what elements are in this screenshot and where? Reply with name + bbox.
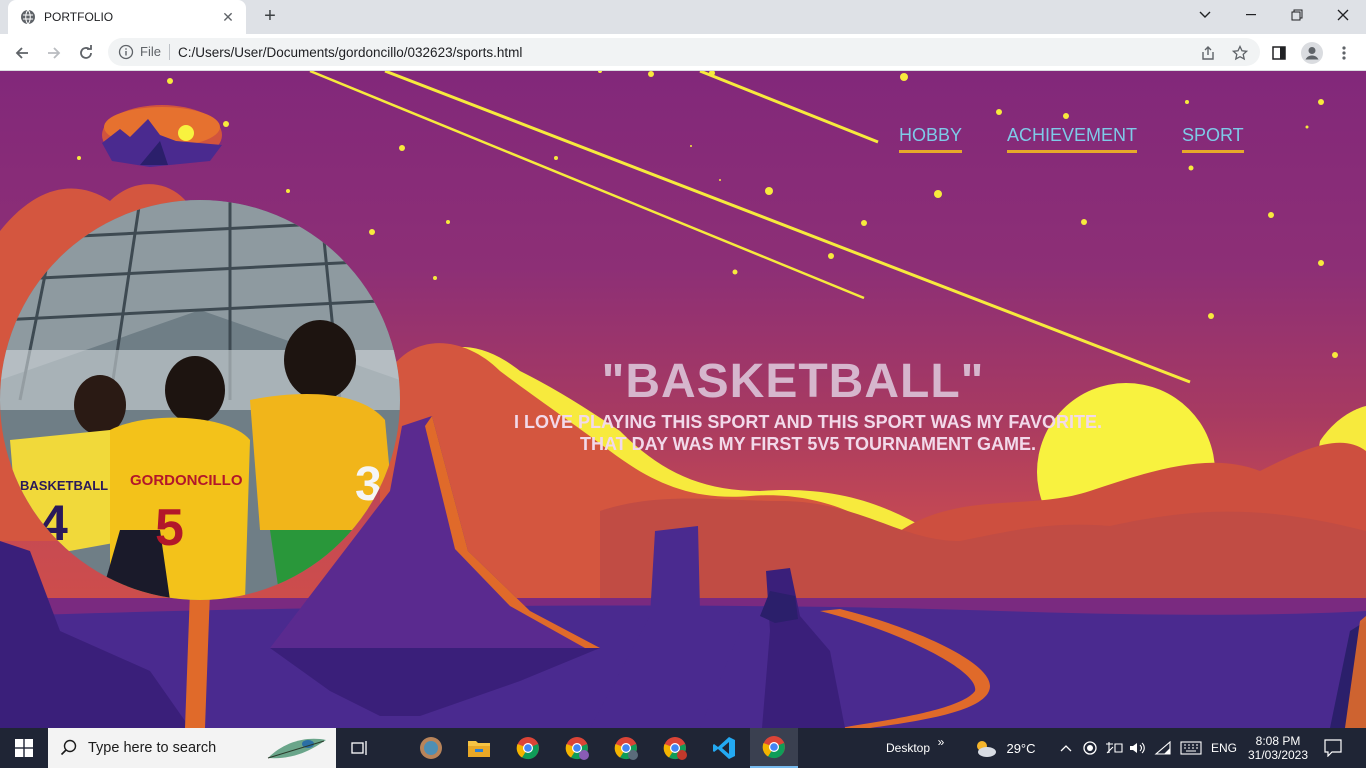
desktop-toolbar-label[interactable]: Desktop xyxy=(878,728,938,768)
chrome-profile-3-icon[interactable] xyxy=(609,728,643,768)
nav-achievement[interactable]: ACHIEVEMENT xyxy=(1007,125,1138,153)
address-bar[interactable]: File C:/Users/User/Documents/gordoncillo… xyxy=(108,38,1260,66)
browser-toolbar: File C:/Users/User/Documents/gordoncillo… xyxy=(0,34,1366,71)
record-icon[interactable] xyxy=(1080,728,1100,768)
wifi-icon[interactable] xyxy=(1152,728,1174,768)
windows-start-icon[interactable] xyxy=(0,728,48,768)
hero-title: "BASKETBALL" xyxy=(601,355,985,408)
search-placeholder: Type here to search xyxy=(88,740,217,756)
close-tab-icon[interactable]: ✕ xyxy=(220,9,236,26)
clock-time: 8:08 PM xyxy=(1255,734,1301,748)
feather-decoration-icon xyxy=(267,738,326,759)
taskbar-search-box[interactable]: Type here to search xyxy=(48,728,336,768)
reload-icon[interactable] xyxy=(72,39,100,67)
menu-kebab-icon[interactable] xyxy=(1330,39,1358,67)
ime-icon[interactable] xyxy=(1103,728,1125,768)
vscode-icon[interactable] xyxy=(707,728,741,768)
app-photos-icon[interactable] xyxy=(414,728,448,768)
chrome-profile-4-icon[interactable] xyxy=(658,728,692,768)
chrome-active-icon[interactable] xyxy=(750,728,798,768)
forward-arrow-icon[interactable] xyxy=(40,39,68,67)
browser-tab[interactable]: PORTFOLIO ✕ xyxy=(8,0,246,34)
language-indicator[interactable]: ENG xyxy=(1207,728,1241,768)
weather-temperature[interactable]: 29°C xyxy=(1000,728,1042,768)
tab-title: PORTFOLIO xyxy=(44,10,114,24)
shooting-stars xyxy=(309,71,1191,384)
nav-sport[interactable]: SPORT xyxy=(1182,125,1244,153)
profile-avatar-icon[interactable] xyxy=(1298,39,1326,67)
weather-icon[interactable] xyxy=(970,728,1000,768)
jersey-text-center: GORDONCILLO xyxy=(130,472,243,489)
info-icon[interactable] xyxy=(118,44,134,60)
keyboard-icon[interactable] xyxy=(1178,728,1204,768)
windows-taskbar: Type here to search Desktop » 29°C ENG 8… xyxy=(0,728,1366,768)
globe-icon xyxy=(21,9,35,25)
url-text[interactable]: C:/Users/User/Documents/gordoncillo/0326… xyxy=(178,45,522,60)
logo-illustration xyxy=(102,105,222,167)
show-hidden-icons-icon[interactable] xyxy=(1057,728,1075,768)
bookmark-star-icon[interactable] xyxy=(1226,39,1254,67)
task-view-icon[interactable] xyxy=(346,728,374,768)
share-icon[interactable] xyxy=(1194,39,1222,67)
page-viewport: BASKETBALL 4 GORDONCILLO 5 3 HOBBY ACHIE… xyxy=(0,71,1366,728)
jersey-number-center: 5 xyxy=(155,499,184,557)
file-explorer-icon[interactable] xyxy=(462,728,496,768)
volume-icon[interactable] xyxy=(1127,728,1149,768)
toolbar-overflow[interactable]: » xyxy=(932,722,950,762)
new-tab-button[interactable]: + xyxy=(258,5,282,29)
jersey-text-left: BASKETBALL xyxy=(20,478,108,493)
hero-line-2: THAT DAY WAS MY FIRST 5V5 TOURNAMENT GAM… xyxy=(579,434,1037,454)
clock-date: 31/03/2023 xyxy=(1247,748,1309,762)
browser-tab-strip: PORTFOLIO ✕ + xyxy=(0,0,1366,34)
tab-search-icon[interactable] xyxy=(1182,0,1228,30)
chrome-profile-2-icon[interactable] xyxy=(560,728,594,768)
close-window-icon[interactable] xyxy=(1320,0,1366,30)
basketball-team-photo: BASKETBALL 4 GORDONCILLO 5 3 xyxy=(0,200,400,600)
search-icon xyxy=(60,739,77,756)
minimize-icon[interactable] xyxy=(1228,0,1274,30)
back-arrow-icon[interactable] xyxy=(8,39,36,67)
url-scheme-label: File xyxy=(140,44,170,60)
clock[interactable]: 8:08 PM 31/03/2023 xyxy=(1246,728,1310,768)
nav-hobby[interactable]: HOBBY xyxy=(899,125,963,153)
notifications-icon[interactable] xyxy=(1318,728,1348,768)
chrome-icon[interactable] xyxy=(511,728,545,768)
restore-icon[interactable] xyxy=(1274,0,1320,30)
hero-line-1: I LOVE PLAYING THIS SPORT AND THIS SPORT… xyxy=(513,412,1103,432)
side-panel-icon[interactable] xyxy=(1265,39,1293,67)
